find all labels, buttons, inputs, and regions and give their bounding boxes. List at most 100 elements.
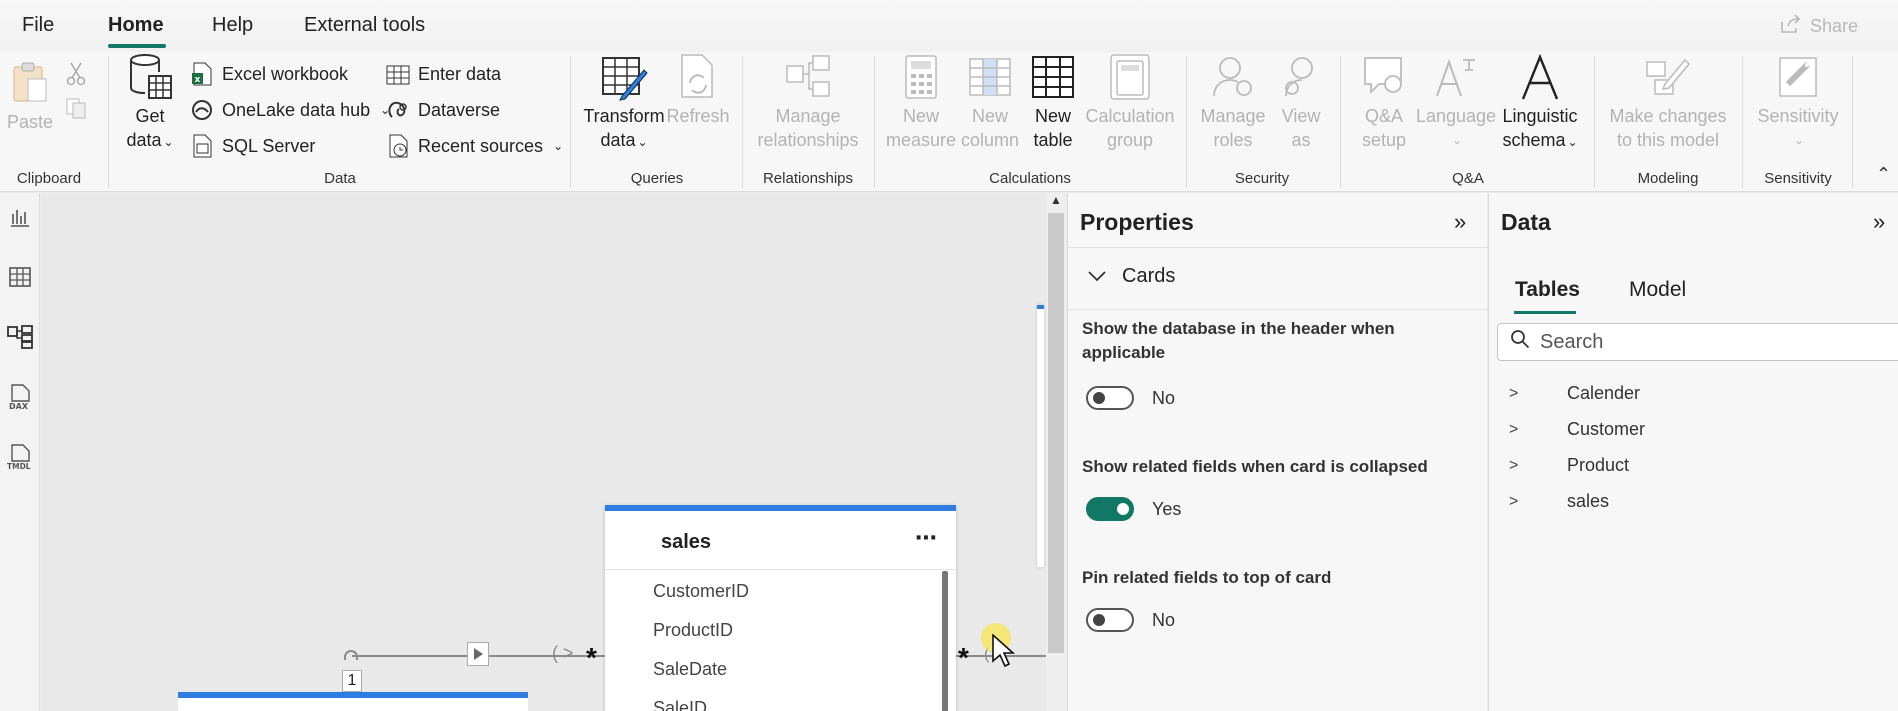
sensitivity-icon xyxy=(1773,52,1823,102)
recent-sources-icon xyxy=(386,134,410,158)
dataverse-button[interactable]: Dataverse xyxy=(386,98,500,122)
table-card-title: sales xyxy=(661,531,712,553)
manage-roles-icon xyxy=(1208,52,1258,102)
canvas-vertical-scrollbar[interactable]: ▲ xyxy=(1046,193,1066,711)
table-name: Calender xyxy=(1567,383,1641,403)
group-label-data: Data xyxy=(324,170,356,187)
sql-server-icon xyxy=(190,134,214,158)
group-separator xyxy=(1742,56,1743,188)
menu-external-tools[interactable]: External tools xyxy=(304,14,425,37)
qa-setup-button[interactable]: Q&A setup xyxy=(1352,52,1416,152)
cards-section-label: Cards xyxy=(1122,265,1176,287)
ribbon: Paste Clipboard Get data ⌄ x Excel workbo… xyxy=(0,52,1898,192)
menu-file[interactable]: File xyxy=(22,14,54,37)
model-view-icon[interactable] xyxy=(6,323,34,351)
new-measure-label-1: New xyxy=(902,106,939,126)
menu-home[interactable]: Home xyxy=(108,14,164,37)
copy-icon[interactable] xyxy=(64,96,88,125)
table-card[interactable] xyxy=(1037,305,1044,567)
new-column-label-1: New xyxy=(971,106,1008,126)
tab-tables[interactable]: Tables xyxy=(1515,278,1580,302)
group-separator xyxy=(570,56,571,188)
more-options-icon[interactable]: ⋯ xyxy=(915,525,938,551)
view-as-button[interactable]: View as xyxy=(1272,52,1330,152)
enter-data-label: Enter data xyxy=(418,63,502,84)
chevron-right-icon[interactable]: > xyxy=(1509,421,1531,439)
calculation-group-label-2: group xyxy=(1106,130,1154,150)
onelake-icon xyxy=(190,98,214,122)
group-label-sensitivity: Sensitivity xyxy=(1764,170,1832,187)
chevron-down-icon: ⌄ xyxy=(637,135,648,149)
share-button[interactable]: Share xyxy=(1780,14,1858,39)
group-separator xyxy=(108,56,109,188)
scrollbar-thumb[interactable] xyxy=(1048,213,1064,653)
collapse-ribbon-icon[interactable]: ⌃ xyxy=(1876,164,1891,185)
menu-help[interactable]: Help xyxy=(212,14,253,37)
enter-data-button[interactable]: Enter data xyxy=(386,62,501,86)
active-tab-indicator xyxy=(108,44,166,48)
tmdl-view-icon[interactable]: TMDL xyxy=(6,443,34,471)
manage-relationships-label-1: Manage xyxy=(775,106,841,126)
manage-relationships-button[interactable]: Manage relationships xyxy=(750,52,866,152)
chevron-right-icon[interactable]: > xyxy=(1509,493,1531,511)
collapse-pane-icon[interactable]: » xyxy=(1873,209,1885,235)
onelake-data-hub-button[interactable]: OneLake data hub ⌄ xyxy=(190,98,390,122)
refresh-button[interactable]: Refresh xyxy=(666,52,730,128)
excel-workbook-button[interactable]: x Excel workbook xyxy=(190,62,348,86)
divider xyxy=(1068,247,1488,248)
language-label: Language xyxy=(1415,106,1497,126)
chevron-right-icon[interactable]: > xyxy=(1509,457,1531,475)
table-list-item[interactable]: > Calender xyxy=(1509,383,1640,404)
database-icon xyxy=(125,52,175,102)
manage-roles-button[interactable]: Manage roles xyxy=(1194,52,1272,152)
toggle-value: No xyxy=(1152,388,1176,408)
table-card-sales[interactable]: sales ⋯ CustomerID ProductID SaleDate Sa… xyxy=(605,505,956,711)
view-as-icon xyxy=(1276,52,1326,102)
table-list-item[interactable]: > Customer xyxy=(1509,419,1645,440)
svg-text:DAX: DAX xyxy=(9,402,29,410)
new-column-button[interactable]: New column xyxy=(958,52,1022,152)
table-view-icon[interactable] xyxy=(6,263,34,291)
language-button[interactable]: Language ⌄ xyxy=(1416,52,1496,152)
scroll-up-icon[interactable]: ▲ xyxy=(1050,193,1062,207)
group-label-modeling: Modeling xyxy=(1637,170,1699,187)
search-input[interactable]: Search xyxy=(1497,323,1898,361)
table-card-scrollbar[interactable] xyxy=(942,571,948,711)
new-measure-button[interactable]: New measure xyxy=(884,52,958,152)
field-row[interactable]: ProductID xyxy=(653,620,733,641)
toggle-show-related-fields[interactable] xyxy=(1086,497,1134,521)
get-data-button[interactable]: Get data ⌄ xyxy=(118,52,182,154)
report-view-icon[interactable] xyxy=(6,203,34,231)
paste-button[interactable]: Paste xyxy=(6,58,54,134)
toggle-show-database[interactable] xyxy=(1086,386,1134,410)
transform-data-button[interactable]: Transform data ⌄ xyxy=(582,52,666,154)
table-card[interactable] xyxy=(178,692,528,711)
tab-model[interactable]: Model xyxy=(1629,278,1686,302)
table-list-item[interactable]: > sales xyxy=(1509,491,1609,512)
sensitivity-button[interactable]: Sensitivity ⌄ xyxy=(1752,52,1844,152)
field-row[interactable]: CustomerID xyxy=(653,581,749,602)
cards-section-header[interactable]: Cards xyxy=(1088,265,1175,288)
make-changes-label-1: Make changes xyxy=(1609,106,1727,126)
collapse-pane-icon[interactable]: » xyxy=(1454,209,1466,235)
linguistic-schema-button[interactable]: Linguistic schema ⌄ xyxy=(1496,52,1584,154)
dax-query-view-icon[interactable]: DAX xyxy=(6,383,34,411)
recent-sources-button[interactable]: Recent sources ⌄ xyxy=(386,134,563,158)
make-changes-button[interactable]: Make changes to this model xyxy=(1602,52,1734,152)
active-tab-indicator xyxy=(1514,311,1576,314)
calculation-group-button[interactable]: Calculation group xyxy=(1084,52,1176,152)
new-table-label-2: table xyxy=(1033,130,1073,150)
linguistic-schema-icon xyxy=(1515,52,1565,102)
sql-server-button[interactable]: SQL Server xyxy=(190,134,315,158)
group-separator xyxy=(1594,56,1595,188)
transform-data-icon xyxy=(599,52,649,102)
manage-roles-label-1: Manage xyxy=(1200,106,1266,126)
new-table-button[interactable]: New table xyxy=(1022,52,1084,152)
crossfilter-direction-icon[interactable] xyxy=(467,642,489,666)
cut-icon[interactable] xyxy=(66,62,86,91)
table-list-item[interactable]: > Product xyxy=(1509,455,1629,476)
field-row[interactable]: SaleDate xyxy=(653,659,727,680)
toggle-pin-related-fields[interactable] xyxy=(1086,608,1134,632)
chevron-right-icon[interactable]: > xyxy=(1509,385,1531,403)
field-row[interactable]: SaleID xyxy=(653,698,707,711)
